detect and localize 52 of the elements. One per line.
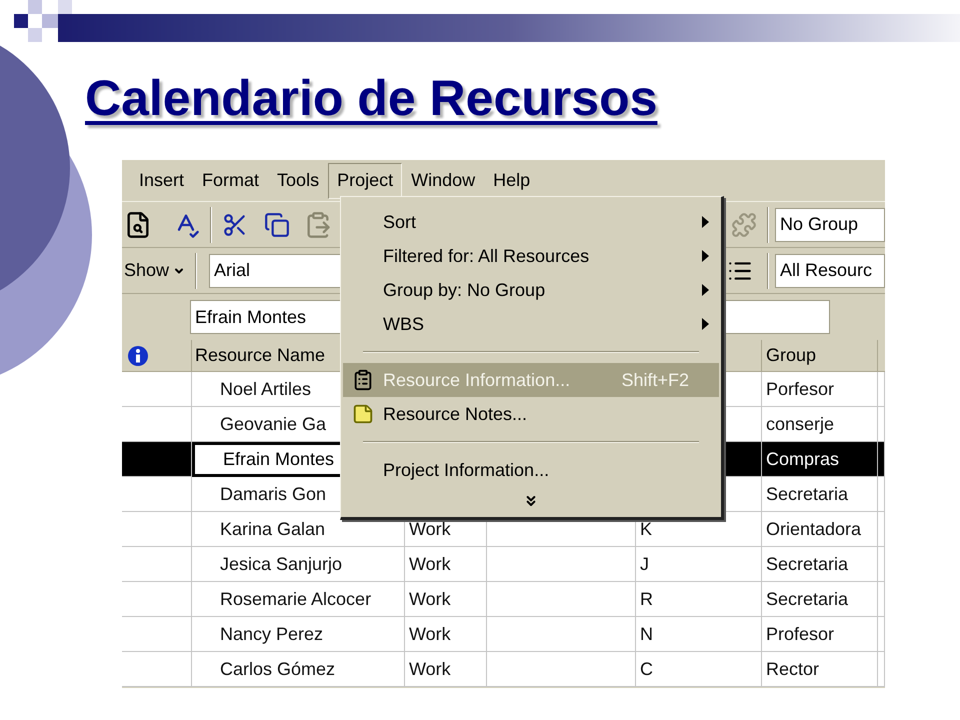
filter-field[interactable]: All Resourc (775, 254, 885, 288)
sticky-note-icon (352, 403, 374, 425)
table-cell: J (636, 547, 762, 582)
menu-bar-item[interactable]: Window (402, 162, 484, 198)
shortcut-text: Shift+F2 (621, 368, 689, 392)
row-header-cell[interactable] (122, 617, 192, 652)
table-cell[interactable]: Rosemarie Alcocer (192, 582, 405, 617)
menu-bar-item[interactable]: Format (193, 162, 268, 198)
table-cell: Secretaria (762, 477, 878, 512)
table-cell[interactable]: Jesica Sanjurjo (192, 547, 405, 582)
menu-item[interactable]: WBS (343, 307, 719, 341)
table-cell: Work (405, 582, 487, 617)
table-cell: Porfesor (762, 372, 878, 407)
copy-icon[interactable] (264, 212, 290, 238)
table-cell[interactable]: Carlos Gómez (192, 652, 405, 687)
menu-bar-item[interactable]: Insert (130, 162, 194, 198)
table-cell: Orientadora (762, 512, 878, 547)
column-header[interactable]: Group (762, 340, 878, 372)
menu-item[interactable]: Sort (343, 205, 719, 239)
table-cell: Profesor (762, 617, 878, 652)
table-cell: Work (405, 547, 487, 582)
table-cell: Compras (762, 442, 878, 477)
table-cell: Secretaria (762, 547, 878, 582)
submenu-arrow-icon (702, 318, 709, 330)
row-header-cell[interactable] (122, 547, 192, 582)
submenu-arrow-icon (702, 216, 709, 228)
row-header-cell[interactable] (122, 372, 192, 407)
info-icon (128, 346, 148, 366)
table-cell[interactable]: Nancy Perez (192, 617, 405, 652)
group-field[interactable]: No Group (775, 208, 885, 242)
show-button[interactable]: Show (122, 252, 192, 288)
row-header-cell[interactable] (122, 582, 192, 617)
clipboard-list-icon (352, 369, 374, 391)
menu-bar-item[interactable]: Tools (268, 162, 328, 198)
table-cell: Work (405, 652, 487, 687)
submenu-arrow-icon (702, 284, 709, 296)
menu-bar-item[interactable]: Help (484, 162, 540, 198)
slide-title: Calendario de Recursos (85, 69, 658, 128)
row-header-cell[interactable] (122, 477, 192, 512)
table-cell: Secretaria (762, 582, 878, 617)
cut-icon[interactable] (222, 212, 248, 238)
table-cell: R (636, 582, 762, 617)
table-cell: Rector (762, 652, 878, 687)
submenu-arrow-icon (702, 250, 709, 262)
row-header-cell[interactable] (122, 652, 192, 687)
table-cell: N (636, 617, 762, 652)
row-header-cell[interactable] (122, 512, 192, 547)
table-cell: C (636, 652, 762, 687)
puzzle-icon[interactable] (731, 212, 757, 238)
row-header-cell[interactable] (122, 442, 192, 477)
table-cell: Work (405, 617, 487, 652)
squares-drawing (14, 0, 72, 42)
